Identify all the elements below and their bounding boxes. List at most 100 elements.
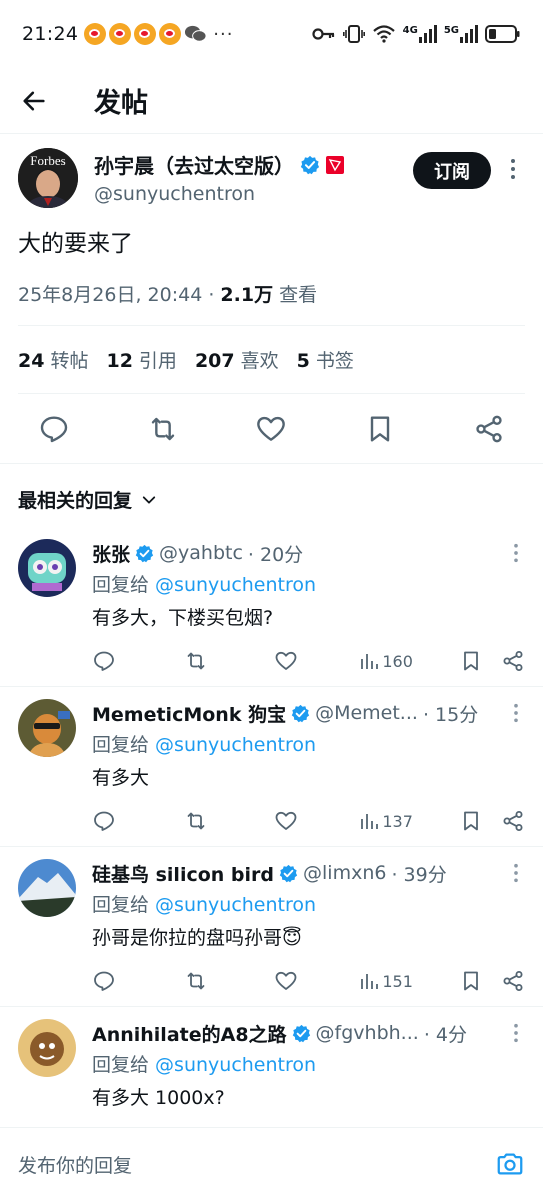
reply-sort-selector[interactable]: 最相关的回复 [0, 464, 543, 527]
reply-avatar[interactable] [18, 699, 76, 757]
reply-views-button[interactable]: 137 [359, 811, 459, 831]
reply-author-name[interactable]: Annihilate的A8之路 [92, 1020, 287, 1047]
network-5g-label: 5G [443, 25, 459, 36]
main-post: Forbes 孙宇晨（去过太空版） @sunyuchentron 订阅 大的要来… [0, 134, 543, 464]
back-button[interactable] [14, 81, 54, 121]
reply-to-mention[interactable]: @sunyuchentron [155, 894, 316, 916]
reply-share-button[interactable] [501, 649, 525, 673]
share-icon[interactable] [473, 413, 505, 445]
page-title: 发帖 [94, 88, 148, 119]
reply-author-name[interactable]: 硅基鸟 silicon bird [92, 860, 274, 887]
reply-text: 有多大，下楼买包烟? [92, 607, 274, 629]
bookmark-icon[interactable] [364, 413, 396, 445]
reply-like-button[interactable] [274, 969, 360, 993]
reply-item[interactable]: 张张 @yahbtc · 20分 回复给 @sunyuchentron 有多大，… [0, 527, 543, 687]
reply-share-button[interactable] [501, 809, 525, 833]
reply-comment-button[interactable] [92, 809, 184, 833]
reply-like-button[interactable] [274, 809, 360, 833]
reply-to-mention[interactable]: @sunyuchentron [155, 1054, 316, 1076]
reply-text: 有多大 [92, 767, 150, 789]
reply-author-handle[interactable]: @fgvhbh... [316, 1022, 419, 1044]
status-bar: 21:24 ··· 4G 5G [0, 0, 543, 68]
post-meta: 25年8月26日, 20:44 · 2.1万 查看 [18, 280, 525, 326]
reply-repost-button[interactable] [184, 969, 274, 993]
reply-avatar[interactable] [18, 1019, 76, 1077]
key-icon [312, 28, 334, 40]
reply-bookmark-button[interactable] [459, 649, 501, 673]
reply-repost-button[interactable] [184, 809, 274, 833]
reply-author-handle[interactable]: @limxn6 [303, 862, 386, 884]
avatar-image [18, 539, 76, 597]
reply-to-prefix: 回复给 [92, 1054, 156, 1076]
avatar-image [18, 699, 76, 757]
bookmarks-count: 5 [296, 350, 310, 372]
author-handle[interactable]: @sunyuchentron [94, 183, 413, 205]
verified-badge-icon [279, 864, 298, 882]
reply-views-count: 137 [382, 811, 413, 831]
signal-5g-icon: 5G [444, 25, 478, 43]
reply-more-button[interactable] [513, 1023, 519, 1047]
reposts-label: 转帖 [50, 350, 89, 372]
battery-icon [485, 25, 520, 43]
quotes-stat[interactable]: 12 引用 [106, 346, 176, 373]
reply-comment-button[interactable] [92, 649, 184, 673]
reply-views-count: 160 [382, 651, 413, 671]
more-vertical-icon [514, 1023, 518, 1043]
author-row: Forbes 孙宇晨（去过太空版） @sunyuchentron 订阅 [18, 148, 525, 208]
heart-icon[interactable] [255, 413, 287, 445]
avatar-logo-text: Forbes [30, 153, 65, 168]
reposts-count: 24 [18, 350, 45, 372]
bookmarks-stat[interactable]: 5 书签 [297, 346, 354, 373]
reply-bookmark-button[interactable] [459, 809, 501, 833]
likes-label: 喜欢 [240, 350, 279, 372]
reply-author-handle[interactable]: @yahbtc [159, 542, 243, 564]
reply-repost-button[interactable] [184, 649, 274, 673]
status-right: 4G 5G [312, 24, 521, 44]
reply-item[interactable]: 硅基鸟 silicon bird @limxn6 · 39分 回复给 @suny… [0, 847, 543, 1007]
reply-avatar[interactable] [18, 539, 76, 597]
author-avatar[interactable]: Forbes [18, 148, 78, 208]
reply-more-button[interactable] [513, 543, 519, 567]
reply-views-button[interactable]: 160 [359, 651, 459, 671]
camera-icon[interactable] [495, 1149, 525, 1179]
reply-input[interactable]: 发布你的回复 [18, 1151, 495, 1178]
reply-more-button[interactable] [513, 863, 519, 887]
reply-to-line: 回复给 @sunyuchentron [92, 890, 525, 917]
post-views-count[interactable]: 2.1万 [220, 284, 273, 306]
weibo-icon [134, 23, 157, 45]
verified-badge-icon [300, 155, 320, 174]
reply-views-button[interactable]: 151 [359, 971, 459, 991]
reply-header: MemeticMonk 狗宝 @Memet... · 15分 [92, 699, 525, 727]
reply-to-line: 回复给 @sunyuchentron [92, 730, 525, 757]
reply-to-mention[interactable]: @sunyuchentron [155, 574, 316, 596]
repost-icon[interactable] [147, 413, 179, 445]
reposts-stat[interactable]: 24 转帖 [18, 346, 88, 373]
post-stats: 24 转帖 12 引用 207 喜欢 5 书签 [18, 326, 525, 394]
bookmark-icon [464, 651, 479, 671]
post-text: 大的要来了 [18, 231, 133, 257]
post-more-button[interactable] [501, 158, 525, 180]
reply-avatar[interactable] [18, 859, 76, 917]
reply-more-button[interactable] [513, 703, 519, 727]
reply-to-line: 回复给 @sunyuchentron [92, 1050, 525, 1077]
comment-icon[interactable] [38, 413, 70, 445]
reply-views-count: 151 [382, 971, 413, 991]
reply-bookmark-button[interactable] [459, 969, 501, 993]
reply-share-button[interactable] [501, 969, 525, 993]
reply-time: · 39分 [391, 863, 447, 886]
author-name[interactable]: 孙宇晨（去过太空版） [94, 150, 294, 179]
weibo-icon [84, 23, 107, 45]
repost-icon [187, 812, 205, 830]
likes-stat[interactable]: 207 喜欢 [195, 346, 279, 373]
reply-comment-button[interactable] [92, 969, 184, 993]
subscribe-button[interactable]: 订阅 [413, 152, 491, 189]
reply-to-mention[interactable]: @sunyuchentron [155, 734, 316, 756]
share-icon [503, 971, 523, 991]
avatar-image: Forbes [18, 148, 78, 208]
reply-author-handle[interactable]: @Memet... [315, 702, 418, 724]
reply-like-button[interactable] [274, 649, 360, 673]
reply-item[interactable]: MemeticMonk 狗宝 @Memet... · 15分 回复给 @suny… [0, 687, 543, 847]
reply-author-name[interactable]: MemeticMonk 狗宝 [92, 700, 286, 727]
reply-author-name[interactable]: 张张 [92, 540, 130, 567]
reply-text: 孙哥是你拉的盘吗孙哥😇 [92, 927, 302, 949]
